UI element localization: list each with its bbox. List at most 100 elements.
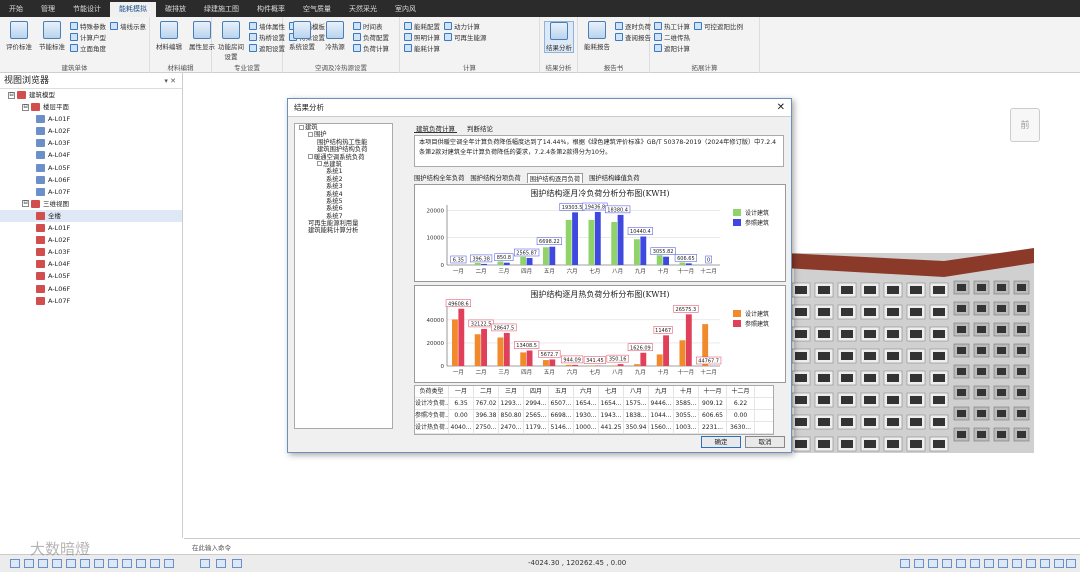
tree-item[interactable]: A-L05F xyxy=(0,162,182,174)
result-tree-item[interactable]: 建筑能耗计算分析 xyxy=(295,227,392,234)
ribbon-small-button[interactable]: 热工计算 xyxy=(654,21,690,31)
tree-item[interactable]: ⊟ 三维视图 xyxy=(0,198,182,210)
menu-item[interactable]: 开始 xyxy=(0,2,32,17)
tree-item[interactable]: ⊟ 建筑模型 xyxy=(0,89,182,101)
tree-item[interactable]: A-L01F xyxy=(0,222,182,234)
result-tree-item[interactable]: 围护 xyxy=(295,131,392,138)
ribbon-big-button[interactable]: 功能房间设置 xyxy=(216,21,246,61)
ribbon-small-button[interactable]: 可再生能源 xyxy=(444,32,487,42)
status-tool-icon[interactable] xyxy=(998,559,1008,568)
result-tree-item[interactable]: 系统7 xyxy=(295,213,392,220)
tree-item[interactable]: A-L06F xyxy=(0,283,182,295)
result-tree-item[interactable]: 建筑围护结构负荷 xyxy=(295,146,392,153)
status-tool-icon[interactable] xyxy=(1066,559,1076,568)
status-tool-icon[interactable] xyxy=(928,559,938,568)
ribbon-small-button[interactable]: 热桥设置 xyxy=(249,32,285,42)
menu-item[interactable]: 能耗模拟 xyxy=(110,2,156,17)
result-tree-item[interactable]: 系统6 xyxy=(295,205,392,212)
ribbon-big-button[interactable]: 评价标准 xyxy=(4,21,34,51)
ribbon-small-button[interactable]: 可控遮阳比例 xyxy=(694,21,743,31)
result-tree-item[interactable]: 系统5 xyxy=(295,198,392,205)
table-row[interactable]: 设计热负荷... 4040... 2750... 2470... 1179... 5146… xyxy=(415,422,773,434)
command-line[interactable]: 在此输入命令 xyxy=(184,538,1080,554)
chart-tab[interactable]: 围护结构逐月负荷 xyxy=(526,173,584,183)
status-tool-icon[interactable] xyxy=(1040,559,1050,568)
status-tool-icon[interactable] xyxy=(66,559,76,568)
result-tree-item[interactable]: 系统3 xyxy=(295,183,392,190)
status-tool-icon[interactable] xyxy=(164,559,174,568)
ribbon-small-button[interactable]: 遮阳计算 xyxy=(654,43,690,53)
result-tree-item[interactable]: 总建筑 xyxy=(295,161,392,168)
ribbon-small-button[interactable]: 查阅报告 xyxy=(615,32,651,42)
ribbon-big-button[interactable]: 能耗报告 xyxy=(582,21,612,51)
ribbon-small-button[interactable]: 负荷计算 xyxy=(353,43,389,53)
tree-item[interactable]: A-L01F xyxy=(0,113,182,125)
ribbon-small-button[interactable]: 照明计算 xyxy=(404,32,440,42)
ribbon-small-button[interactable]: 墙体属性 xyxy=(249,21,285,31)
ribbon-big-button[interactable]: 节能标准 xyxy=(37,21,67,51)
status-tool-icon[interactable] xyxy=(108,559,118,568)
collapse-toggle-icon[interactable]: ⊟ xyxy=(8,91,15,99)
cancel-button[interactable]: 取消 xyxy=(745,436,785,448)
chart-tab[interactable]: 围护结构峰值负荷 xyxy=(589,173,639,183)
tree-item[interactable]: A-L07F xyxy=(0,295,182,307)
tree-item[interactable]: A-L07F xyxy=(0,186,182,198)
chart-tab[interactable]: 围护结构全年负荷 xyxy=(414,173,464,183)
menu-item[interactable]: 节能设计 xyxy=(64,2,110,17)
result-tree-item[interactable]: 系统4 xyxy=(295,191,392,198)
ribbon-big-button[interactable]: 冷热源 xyxy=(320,21,350,51)
status-tool-icon[interactable] xyxy=(984,559,994,568)
tree-item[interactable]: A-L06F xyxy=(0,174,182,186)
status-tool-icon[interactable] xyxy=(216,559,226,568)
status-tool-icon[interactable] xyxy=(10,559,20,568)
chart-tab[interactable]: 围护结构分项负荷 xyxy=(470,173,520,183)
status-tool-icon[interactable] xyxy=(52,559,62,568)
view-cube[interactable]: 前 xyxy=(1010,108,1040,142)
ribbon-small-button[interactable]: 特殊参数 xyxy=(70,21,106,31)
result-tree-item[interactable]: 暖通空调系统负荷 xyxy=(295,154,392,161)
status-tool-icon[interactable] xyxy=(80,559,90,568)
menu-item[interactable]: 碳排放 xyxy=(156,2,195,17)
status-tool-icon[interactable] xyxy=(1012,559,1022,568)
expand-toggle-icon[interactable] xyxy=(317,161,322,167)
result-tree-item[interactable]: 建筑 xyxy=(295,124,392,131)
tree-item[interactable]: 全楼 xyxy=(0,209,182,223)
status-tool-icon[interactable] xyxy=(914,559,924,568)
ribbon-big-button[interactable]: 结果分析 xyxy=(544,21,574,53)
table-row[interactable]: 参照冷负荷... 0.00 396.38 850.80 2565... 6698... 19… xyxy=(415,410,773,422)
ribbon-big-button[interactable]: 材料编辑 xyxy=(154,21,184,51)
status-tool-icon[interactable] xyxy=(956,559,966,568)
ok-button[interactable]: 确定 xyxy=(701,436,741,448)
result-tree-item[interactable]: 系统1 xyxy=(295,168,392,175)
tree-item[interactable]: A-L03F xyxy=(0,137,182,149)
status-tool-icon[interactable] xyxy=(94,559,104,568)
ribbon-small-button[interactable]: 墙线示意 xyxy=(110,21,146,31)
ribbon-small-button[interactable]: 负荷配置 xyxy=(353,32,389,42)
ribbon-small-button[interactable]: 遮阳设置 xyxy=(249,43,285,53)
collapse-toggle-icon[interactable]: ⊟ xyxy=(22,200,29,208)
status-tool-icon[interactable] xyxy=(942,559,952,568)
ribbon-big-button[interactable]: 系统设置 xyxy=(287,21,317,51)
tree-item[interactable]: A-L03F xyxy=(0,246,182,258)
ribbon-small-button[interactable]: 能耗计算 xyxy=(404,43,440,53)
expand-toggle-icon[interactable] xyxy=(308,131,313,137)
ribbon-small-button[interactable]: 二维传热 xyxy=(654,32,690,42)
status-tool-icon[interactable] xyxy=(970,559,980,568)
status-tool-icon[interactable] xyxy=(900,559,910,568)
menu-item[interactable]: 绿建施工图 xyxy=(195,2,248,17)
status-tool-icon[interactable] xyxy=(232,559,242,568)
result-tab[interactable]: 判断结论 xyxy=(465,123,495,133)
menu-item[interactable]: 室内风 xyxy=(386,2,425,17)
status-tool-icon[interactable] xyxy=(122,559,132,568)
tree-item[interactable]: A-L04F xyxy=(0,258,182,270)
command-input-placeholder[interactable]: 在此输入命令 xyxy=(192,542,231,552)
tree-item[interactable]: ⊟ 楼层平面 xyxy=(0,101,182,113)
status-tool-icon[interactable] xyxy=(150,559,160,568)
status-tool-icon[interactable] xyxy=(136,559,146,568)
table-row[interactable]: 设计冷负荷... 6.35 767.02 1293... 2994... 6507... 1… xyxy=(415,398,773,410)
result-tab[interactable]: 建筑负荷计算 xyxy=(414,123,457,133)
expand-toggle-icon[interactable] xyxy=(299,124,304,130)
status-tool-icon[interactable] xyxy=(1054,559,1064,568)
tree-item[interactable]: A-L05F xyxy=(0,270,182,282)
menu-item[interactable]: 管理 xyxy=(32,2,64,17)
